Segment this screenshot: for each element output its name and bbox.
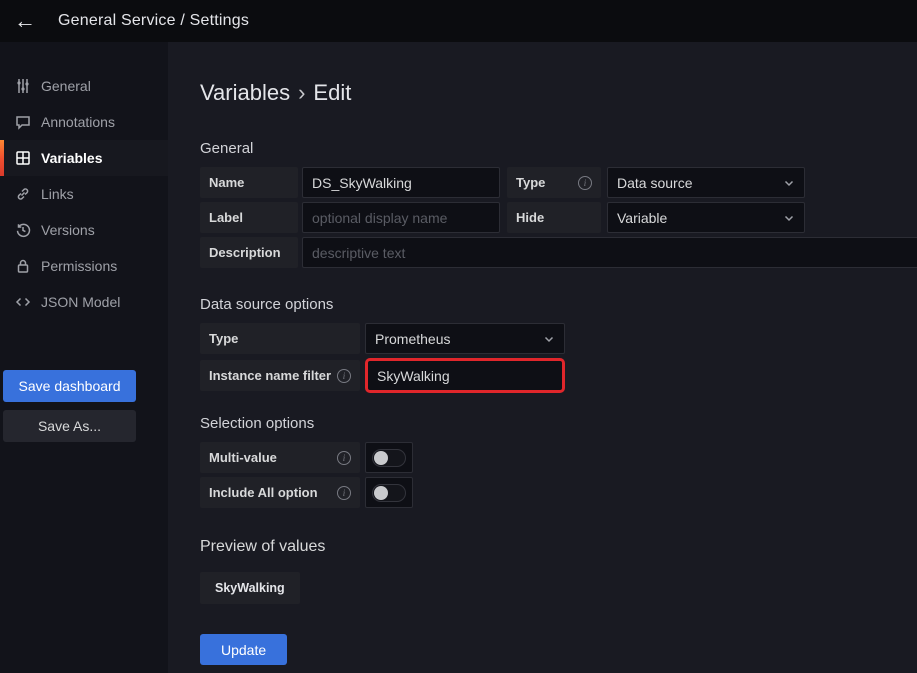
info-icon[interactable]: i: [337, 486, 351, 500]
preview-values-row: SkyWalking: [200, 572, 917, 604]
data-source-options-heading: Data source options: [200, 296, 917, 313]
type-label: Type i: [507, 167, 601, 198]
toggle-knob: [374, 486, 388, 500]
sidebar-item-label: JSON Model: [41, 294, 120, 310]
label-label: Label: [200, 202, 298, 233]
toggle-track: [372, 449, 406, 467]
breadcrumb: Variables › Edit: [200, 80, 917, 106]
sidebar-item-permissions[interactable]: Permissions: [0, 248, 168, 284]
sidebar-item-label: General: [41, 78, 91, 94]
history-icon: [14, 222, 31, 239]
type-select[interactable]: Data source: [607, 167, 805, 198]
main-content: Variables › Edit General Name Type i Data …: [168, 42, 917, 673]
general-section-heading: General: [200, 140, 917, 157]
update-button[interactable]: Update: [200, 634, 287, 665]
sidebar-item-versions[interactable]: Versions: [0, 212, 168, 248]
app-window: ← General Service / Settings General: [0, 0, 917, 673]
include-all-toggle[interactable]: [365, 477, 413, 508]
comment-icon: [14, 114, 31, 131]
breadcrumb-section: Variables: [200, 80, 290, 105]
description-label: Description: [200, 237, 298, 268]
sidebar-item-json-model[interactable]: JSON Model: [0, 284, 168, 320]
ds-type-label: Type: [200, 323, 360, 354]
sidebar-item-annotations[interactable]: Annotations: [0, 104, 168, 140]
include-all-option-label: Include All option i: [200, 477, 360, 508]
top-bar: ← General Service / Settings: [0, 0, 917, 42]
lock-icon: [14, 258, 31, 275]
sidebar-item-label: Links: [41, 186, 74, 202]
breadcrumb-separator: ›: [298, 80, 305, 105]
sliders-icon: [14, 78, 31, 95]
sidebar-item-links[interactable]: Links: [0, 176, 168, 212]
chevron-down-icon: [543, 333, 555, 345]
info-icon[interactable]: i: [578, 176, 592, 190]
hide-select[interactable]: Variable: [607, 202, 805, 233]
save-dashboard-button[interactable]: Save dashboard: [3, 370, 136, 402]
multi-value-toggle[interactable]: [365, 442, 413, 473]
sidebar-item-label: Annotations: [41, 114, 115, 130]
instance-name-filter-input[interactable]: [365, 358, 565, 393]
settings-sidebar: General Annotations Variables: [0, 42, 168, 673]
selection-options-heading: Selection options: [200, 415, 917, 432]
ds-type-select[interactable]: Prometheus: [365, 323, 565, 354]
code-icon: [14, 294, 31, 311]
multi-value-label: Multi-value i: [200, 442, 360, 473]
instance-name-filter-label: Instance name filter i: [200, 360, 360, 391]
back-arrow-icon[interactable]: ←: [14, 10, 36, 32]
sidebar-item-label: Variables: [41, 150, 103, 166]
chevron-down-icon: [783, 177, 795, 189]
label-input[interactable]: [302, 202, 500, 233]
toggle-knob: [374, 451, 388, 465]
chevron-down-icon: [783, 212, 795, 224]
preview-value-chip: SkyWalking: [200, 572, 300, 604]
sidebar-item-label: Permissions: [41, 258, 117, 274]
info-icon[interactable]: i: [337, 369, 351, 383]
breadcrumb-page: Edit: [313, 80, 351, 105]
description-input[interactable]: [302, 237, 917, 268]
save-as-button[interactable]: Save As...: [3, 410, 136, 442]
toggle-track: [372, 484, 406, 502]
name-input[interactable]: [302, 167, 500, 198]
grid-icon: [14, 150, 31, 167]
link-icon: [14, 186, 31, 203]
name-label: Name: [200, 167, 298, 198]
info-icon[interactable]: i: [337, 451, 351, 465]
sidebar-item-label: Versions: [41, 222, 95, 238]
page-title: General Service / Settings: [58, 12, 249, 30]
sidebar-item-variables[interactable]: Variables: [0, 140, 168, 176]
sidebar-item-general[interactable]: General: [0, 68, 168, 104]
hide-label: Hide: [507, 202, 601, 233]
preview-of-values-heading: Preview of values: [200, 538, 917, 556]
